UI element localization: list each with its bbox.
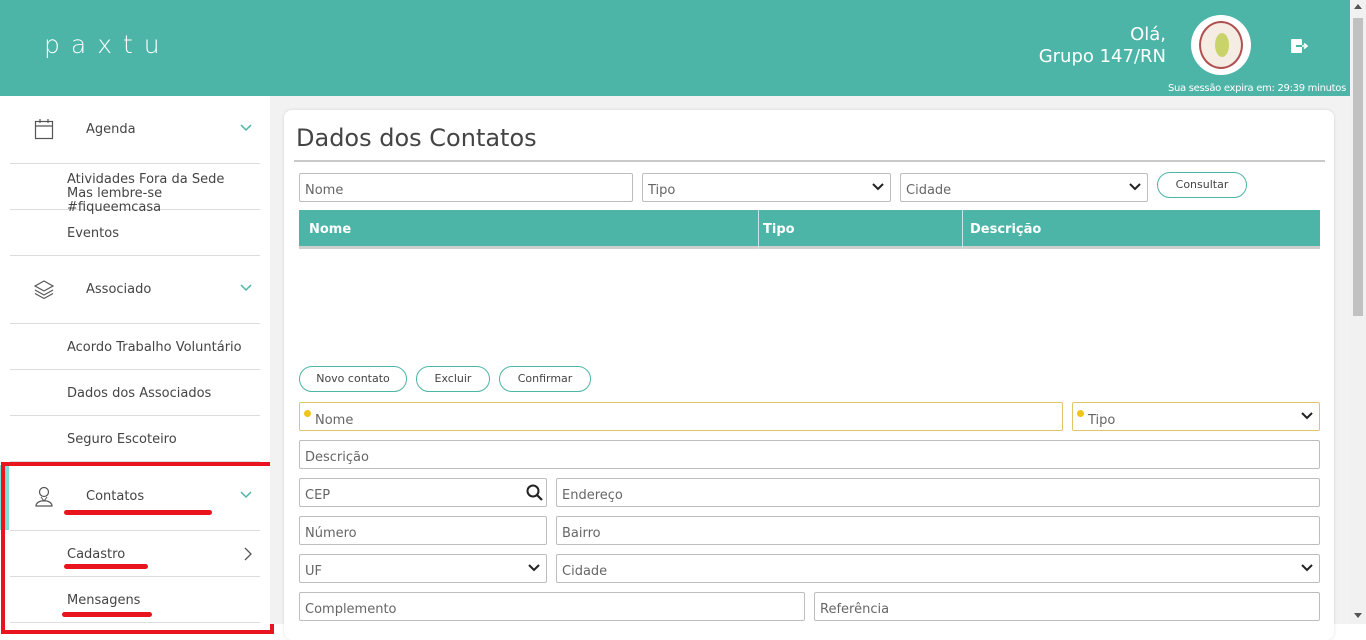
excluir-button[interactable]: Excluir [416, 366, 490, 392]
cep-field[interactable]: CEP [299, 478, 547, 507]
session-expiry: Sua sessão expira em: 29:39 minutos [1167, 83, 1346, 94]
required-indicator-icon [1077, 410, 1084, 417]
group-emblem [1199, 21, 1243, 69]
chevron-down-icon [240, 284, 252, 292]
page-scrollbar[interactable] [1350, 0, 1366, 624]
chevron-down-icon [240, 124, 252, 132]
chevron-down-icon [1301, 412, 1313, 420]
sidebar-item-label: Dados dos Associados [67, 386, 212, 401]
complement-placeholder: Complemento [305, 602, 397, 617]
required-indicator-icon [304, 410, 311, 417]
filter-name-placeholder: Nome [305, 183, 344, 198]
layers-icon [34, 280, 54, 300]
scroll-thumb[interactable] [1353, 18, 1363, 316]
contact-name-field[interactable]: Nome [299, 402, 1063, 431]
filter-type-select[interactable]: Tipo [642, 173, 891, 202]
description-field[interactable]: Descrição [299, 440, 1320, 469]
chevron-right-icon [244, 547, 252, 561]
chevron-down-icon [528, 564, 540, 572]
highlight-underline [64, 510, 212, 515]
number-field[interactable]: Número [299, 516, 547, 545]
column-separator [758, 210, 759, 249]
sidebar-group-label: Contatos [86, 489, 145, 504]
reference-placeholder: Referência [820, 602, 890, 617]
complement-field[interactable]: Complemento [299, 592, 805, 621]
scroll-up-icon[interactable] [1354, 4, 1362, 9]
chevron-down-icon [872, 183, 884, 191]
calendar-icon [34, 119, 54, 140]
uf-select[interactable]: UF [299, 554, 547, 583]
sidebar-item-atividades[interactable]: Atividades Fora da Sede Mas lembre-se #f… [10, 164, 260, 215]
sidebar: Agenda Atividades Fora da Sede Mas lembr… [0, 96, 270, 626]
highlight-underline [62, 612, 152, 617]
sidebar-group-label: Associado [86, 282, 152, 297]
title-divider [294, 160, 1325, 162]
chevron-down-icon [1301, 564, 1313, 572]
uf-value: UF [305, 564, 322, 579]
filter-city-select[interactable]: Cidade [900, 173, 1148, 202]
column-header-nome[interactable]: Nome [309, 222, 351, 237]
sidebar-group-agenda[interactable]: Agenda [10, 96, 260, 164]
address-field[interactable]: Endereço [556, 478, 1320, 507]
contact-name-placeholder: Nome [315, 413, 354, 428]
novo-contato-button[interactable]: Novo contato [299, 366, 407, 392]
sidebar-item-acordo[interactable]: Acordo Trabalho Voluntário [10, 324, 260, 370]
page-title: Dados dos Contatos [296, 124, 537, 152]
column-header-descricao[interactable]: Descrição [970, 222, 1041, 237]
chevron-down-icon [1129, 183, 1141, 191]
scroll-down-icon[interactable] [1354, 613, 1362, 618]
sidebar-item-label: Eventos [67, 226, 119, 241]
greeting-line-2: Grupo 147/RN [1038, 46, 1166, 67]
logout-icon[interactable] [1290, 37, 1308, 55]
app-logo[interactable]: paxtu [44, 30, 171, 59]
confirmar-button[interactable]: Confirmar [499, 366, 591, 392]
top-header: paxtu Olá, Grupo 147/RN Sua sessão expir… [0, 0, 1350, 96]
sidebar-item-dados-associados[interactable]: Dados dos Associados [10, 370, 260, 416]
sidebar-group-contatos[interactable]: Contatos [10, 463, 260, 531]
filter-name-input[interactable]: Nome [299, 173, 633, 202]
column-header-tipo[interactable]: Tipo [763, 222, 795, 237]
city-select[interactable]: Cidade [556, 554, 1320, 583]
contact-type-select[interactable]: Tipo [1072, 402, 1320, 431]
sidebar-item-label: Seguro Escoteiro [67, 432, 177, 447]
person-icon [35, 486, 53, 507]
user-greeting: Olá, Grupo 147/RN [1039, 24, 1166, 68]
sidebar-group-associado[interactable]: Associado [10, 256, 260, 324]
chevron-down-icon [240, 491, 252, 499]
sidebar-item-seguro[interactable]: Seguro Escoteiro [10, 416, 260, 462]
sidebar-group-label: Agenda [86, 122, 136, 137]
sidebar-item-cadastro[interactable]: Cadastro [10, 531, 260, 577]
sidebar-item-label: Cadastro [67, 547, 126, 562]
avatar[interactable] [1191, 15, 1251, 75]
cep-placeholder: CEP [305, 488, 331, 503]
number-placeholder: Número [305, 526, 357, 541]
filter-type-value: Tipo [648, 183, 676, 198]
reference-field[interactable]: Referência [814, 592, 1320, 621]
sidebar-item-label: Mensagens [67, 593, 141, 608]
neighborhood-placeholder: Bairro [562, 526, 601, 541]
contact-type-value: Tipo [1088, 413, 1116, 428]
neighborhood-field[interactable]: Bairro [556, 516, 1320, 545]
sidebar-item-label: Acordo Trabalho Voluntário [67, 340, 242, 355]
sidebar-item-label-line-1: Atividades Fora da Sede [67, 172, 225, 187]
address-placeholder: Endereço [562, 488, 623, 503]
contacts-table-header: Nome Tipo Descrição [299, 210, 1320, 249]
filter-city-value: Cidade [906, 183, 952, 198]
active-group-indicator [0, 465, 9, 530]
sidebar-item-label: Atividades Fora da Sede Mas lembre-se #f… [67, 173, 260, 215]
highlight-underline [64, 564, 148, 569]
description-placeholder: Descrição [305, 450, 369, 465]
sidebar-item-eventos[interactable]: Eventos [10, 210, 260, 256]
city-value: Cidade [562, 564, 608, 579]
search-icon[interactable] [526, 484, 543, 501]
consultar-button[interactable]: Consultar [1157, 172, 1247, 198]
greeting-line-1: Olá, [1130, 24, 1166, 45]
column-separator [962, 210, 963, 249]
